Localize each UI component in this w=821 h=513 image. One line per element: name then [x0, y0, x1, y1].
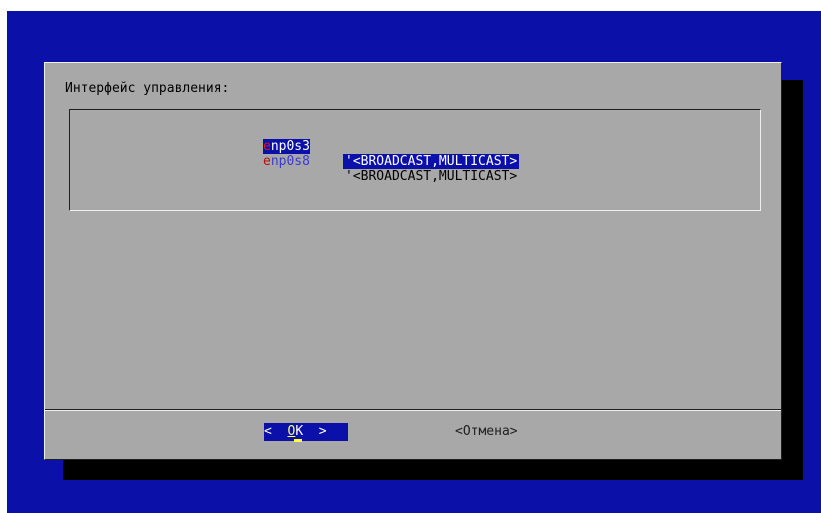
interface-description: '<BROADCAST,MULTICAST>	[343, 154, 520, 169]
interface-tag: enp0s8	[263, 154, 310, 169]
management-interface-dialog: Интерфейс управления: enp0s3 '<BROADCAST…	[44, 62, 782, 460]
dialog-title: Интерфейс управления:	[65, 81, 230, 96]
interface-item-enp0s8[interactable]: enp0s8 '<BROADCAST,MULTICAST>	[70, 139, 517, 184]
cancel-button[interactable]: <Отмена>	[455, 423, 518, 441]
button-separator	[45, 409, 781, 411]
interface-tag: enp0s3	[263, 139, 310, 154]
ok-button[interactable]: < OK >	[264, 423, 348, 441]
interface-item-enp0s3[interactable]: enp0s3 '<BROADCAST,MULTICAST>	[70, 124, 520, 169]
interface-description: '<BROADCAST,MULTICAST>	[345, 169, 518, 184]
text-cursor	[294, 439, 302, 442]
interface-listbox[interactable]: enp0s3 '<BROADCAST,MULTICAST> enp0s8 '<B…	[69, 109, 761, 211]
